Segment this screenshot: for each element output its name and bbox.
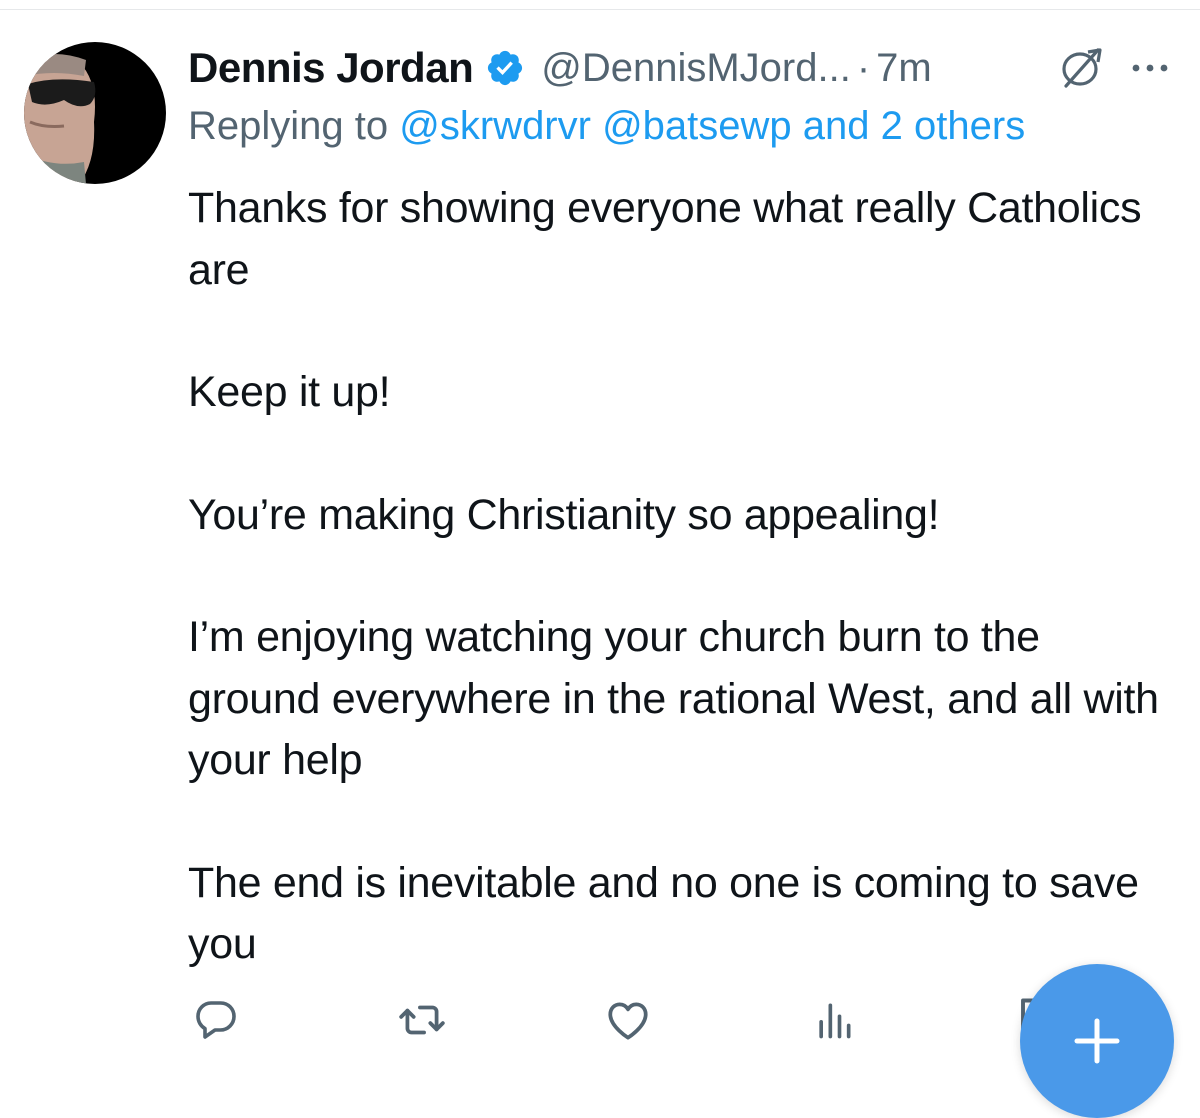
display-name[interactable]: Dennis Jordan bbox=[188, 44, 474, 92]
tweet-paragraph: Thanks for showing everyone what really … bbox=[188, 184, 1142, 294]
timestamp[interactable]: 7m bbox=[876, 46, 932, 91]
compose-plus-icon bbox=[1074, 1018, 1120, 1064]
retweet-icon bbox=[399, 1005, 445, 1035]
replying-to-label: Replying to bbox=[188, 104, 389, 148]
tweet-paragraph: Keep it up! bbox=[188, 368, 391, 416]
top-divider bbox=[0, 0, 1200, 10]
retweet-button[interactable] bbox=[394, 992, 450, 1048]
tweet-paragraph: You’re making Christianity so appealing! bbox=[188, 490, 940, 539]
more-icon[interactable] bbox=[1128, 48, 1172, 88]
reply-joiner: and bbox=[802, 104, 870, 148]
tweet-text: Thanks for showing everyone what really … bbox=[188, 178, 1173, 976]
tweet-actions bbox=[188, 992, 1088, 1052]
and-others-link[interactable]: and 2 others bbox=[803, 104, 1025, 148]
mention-link[interactable]: @batsewp bbox=[602, 104, 792, 148]
handle[interactable]: @DennisMJord... bbox=[541, 46, 851, 91]
mention-link[interactable]: @skrwdrvr bbox=[399, 104, 591, 148]
like-button[interactable] bbox=[600, 992, 656, 1048]
grok-icon[interactable] bbox=[1058, 44, 1104, 90]
reply-button[interactable] bbox=[188, 992, 244, 1048]
others-count: 2 others bbox=[880, 104, 1026, 148]
avatar[interactable] bbox=[24, 42, 166, 184]
replying-to-line: Replying to @skrwdrvr @batsewp and 2 oth… bbox=[188, 104, 1025, 149]
reply-icon bbox=[196, 1001, 236, 1039]
tweet-header: Dennis Jordan @DennisMJord... · 7m bbox=[188, 36, 1178, 100]
avatar-image bbox=[24, 42, 166, 184]
views-icon bbox=[819, 1003, 851, 1039]
separator-dot: · bbox=[856, 45, 871, 90]
tweet-paragraph: I’m enjoying watching your church burn t… bbox=[188, 613, 1159, 784]
heart-icon bbox=[608, 1002, 648, 1040]
views-button[interactable] bbox=[806, 992, 862, 1048]
tweet-paragraph: The end is inevitable and no one is comi… bbox=[188, 858, 1139, 969]
verified-badge-icon bbox=[485, 48, 525, 88]
compose-button[interactable] bbox=[1020, 964, 1174, 1118]
